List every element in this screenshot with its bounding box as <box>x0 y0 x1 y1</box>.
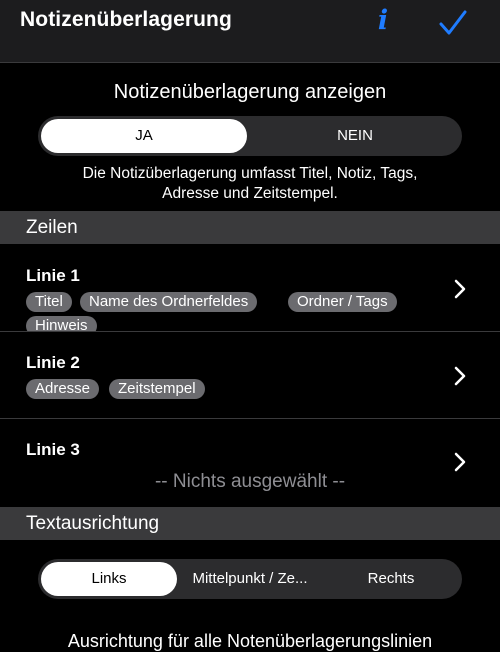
overlay-description: Die Notizüberlagerung umfasst Titel, Not… <box>0 164 500 204</box>
navigation-bar: Notizenüberlagerung i <box>0 0 500 63</box>
line-1-tag-title: Titel <box>26 292 72 312</box>
line-1-title: Linie 1 <box>26 266 80 285</box>
info-icon[interactable]: i <box>371 4 395 38</box>
checkmark-icon[interactable] <box>436 6 470 40</box>
line-3-empty-placeholder: -- Nichts ausgewählt -- <box>154 471 346 492</box>
alignment-segmented-control: Links Mittelpunkt / Ze... Rechts <box>38 559 462 599</box>
line-3-title: Linie 3 <box>26 440 80 459</box>
line-2-tag-timestamp: Zeitstempel <box>109 379 205 399</box>
line-1-tag-folder-tags: Ordner / Tags <box>288 292 397 312</box>
chevron-right-icon <box>454 279 466 299</box>
rows-section-header: Zeilen <box>0 211 500 244</box>
chevron-right-icon <box>454 366 466 386</box>
alignment-section-header: Textausrichtung <box>0 507 500 540</box>
line-2-title: Linie 2 <box>26 353 80 372</box>
alignment-option-center[interactable]: Mittelpunkt / Ze... <box>179 562 321 596</box>
alignment-option-left[interactable]: Links <box>41 562 177 596</box>
rows-section-header-label: Zeilen <box>26 217 78 238</box>
line-1-row[interactable]: Linie 1 Titel Name des Ordnerfeldes Ordn… <box>0 244 500 331</box>
overlay-toggle-title: Notizenüberlagerung anzeigen <box>113 81 387 103</box>
alignment-option-right[interactable]: Rechts <box>323 562 459 596</box>
overlay-option-yes[interactable]: JA <box>41 119 247 153</box>
line-2-row[interactable]: Linie 2 Adresse Zeitstempel <box>0 332 500 418</box>
page-title: Notizenüberlagerung <box>20 8 232 31</box>
overlay-toggle-segmented-control: JA NEIN <box>38 116 462 156</box>
overlay-option-no[interactable]: NEIN <box>251 119 459 153</box>
chevron-right-icon <box>454 452 466 472</box>
line-2-tag-address: Adresse <box>26 379 100 399</box>
overlay-description-line-1: Die Notizüberlagerung umfasst Titel, Not… <box>82 165 418 182</box>
overlay-description-line-2: Adresse und Zeitstempel. <box>162 185 338 202</box>
line-3-row[interactable]: Linie 3 -- Nichts ausgewählt -- <box>0 419 500 507</box>
line-1-tag-folder-field-name: Name des Ordnerfeldes <box>80 292 258 312</box>
alignment-section-header-label: Textausrichtung <box>26 513 160 534</box>
line-1-tag-note: Hinweis <box>26 316 97 331</box>
